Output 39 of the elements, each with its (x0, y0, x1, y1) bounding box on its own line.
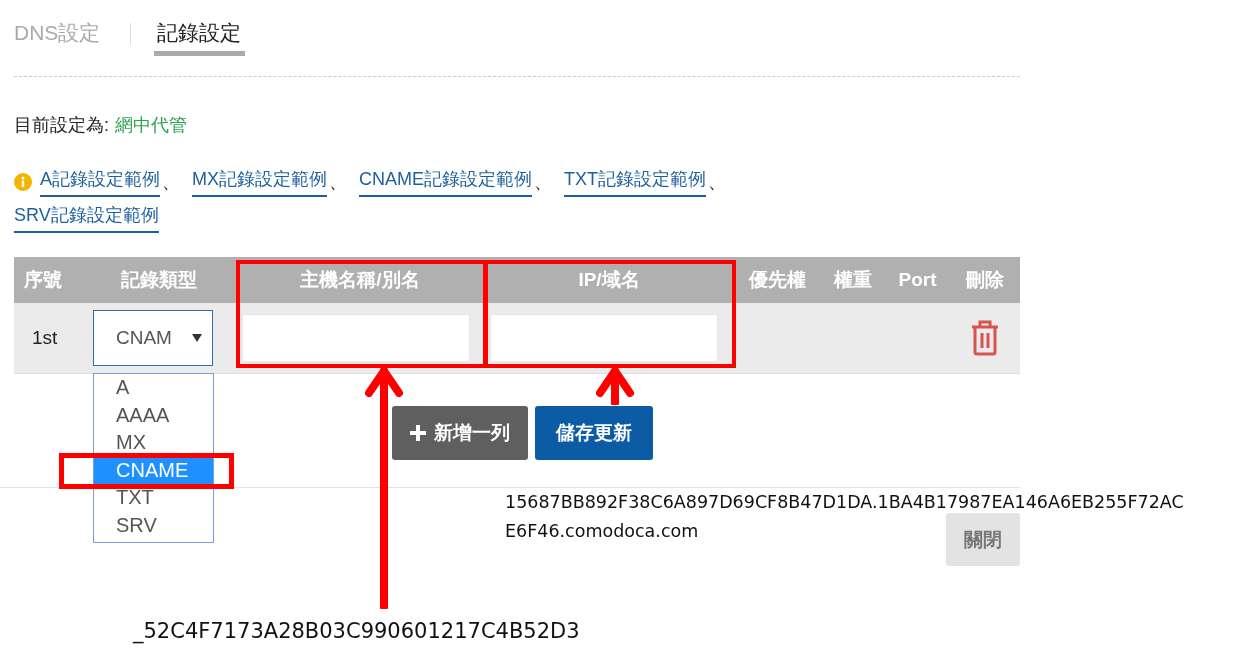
row-number: 1st (31, 327, 59, 349)
annotation-text: E6F46.comodoca.com (505, 520, 699, 543)
trash-icon[interactable] (970, 320, 1000, 356)
annotation-text: _52C4F7173A28B03C990601217C4B52D3 (133, 619, 580, 643)
separator-text: 、 (329, 171, 347, 194)
action-button[interactable]: 新增一列 (391, 406, 528, 460)
record-type-select[interactable]: CNAM (93, 310, 213, 366)
column-header: 序號 (23, 268, 63, 292)
info-icon (14, 173, 32, 191)
example-link[interactable]: CNAME記錄設定範例 (359, 167, 533, 197)
dropdown-option[interactable]: TXT (94, 484, 213, 512)
column-header: 主機名稱/別名 (299, 268, 421, 292)
column-header: 權重 (832, 268, 873, 292)
dropdown-option[interactable]: SRV (94, 511, 213, 539)
column-header: 刪除 (964, 268, 1005, 292)
separator-text: 、 (162, 171, 180, 194)
action-button[interactable]: 儲存更新 (534, 406, 653, 460)
column-header: 記錄類型 (120, 268, 198, 292)
example-link[interactable]: TXT記錄設定範例 (564, 167, 707, 197)
tab[interactable]: 記錄設定 (154, 12, 246, 56)
separator-text: 、 (534, 171, 553, 194)
host-input[interactable] (242, 314, 470, 362)
example-link[interactable]: A記錄設定範例 (40, 167, 160, 197)
dropdown-option[interactable]: AAAA (94, 401, 213, 429)
setting-label: 目前設定為: (14, 114, 109, 137)
plus-icon (409, 425, 426, 441)
annotation-text: 15687BB892F38C6A897D69CF8B47D1DA.1BA4B17987EA146A6EB255F72AC (505, 491, 1184, 514)
dropdown-option[interactable]: MX (94, 429, 213, 457)
column-header: 優先權 (747, 268, 807, 292)
setting-value: 網中代管 (115, 114, 187, 137)
dropdown-option[interactable]: A (94, 374, 213, 402)
column-header: IP/域名 (577, 268, 641, 292)
ip-input[interactable] (490, 314, 718, 362)
close-button[interactable]: 關閉 (946, 513, 1020, 566)
example-link[interactable]: MX記錄設定範例 (192, 167, 327, 197)
example-link[interactable]: SRV記錄設定範例 (14, 203, 159, 233)
column-header: Port (897, 269, 938, 291)
separator-text: 、 (708, 171, 727, 194)
caret-icon (192, 334, 202, 342)
